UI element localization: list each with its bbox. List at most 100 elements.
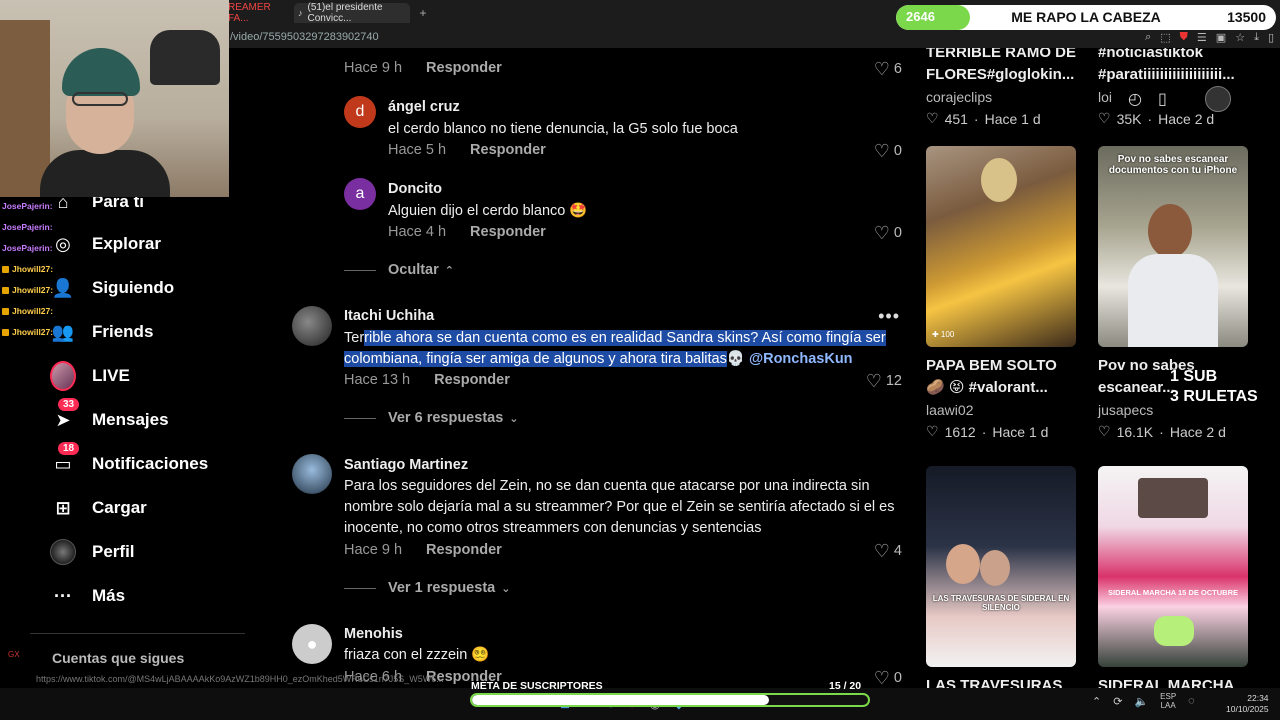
device-icon[interactable]: ▯ (1158, 89, 1167, 109)
sidebar-item-cargar[interactable]: ⊞ Cargar (50, 494, 147, 522)
video-time: Hace 1 d (984, 110, 1041, 127)
sidebar-item-label: Friends (92, 322, 154, 341)
video-author[interactable]: laawi02 (926, 402, 1076, 418)
sidebar-item-perfil[interactable]: Perfil (50, 538, 135, 566)
default-avatar-icon: ● (306, 633, 318, 654)
video-thumbnail[interactable]: LAS TRAVESURAS DE SIDERAL EN SILENCIO (926, 466, 1076, 667)
like-count: 12 (885, 373, 902, 389)
sidebar-item-label: LIVE (92, 366, 130, 385)
comment-text: Alguien dijo el cerdo blanco 🤩 (388, 203, 588, 219)
like-count: 6 (893, 61, 902, 77)
sidebar-item-label: Explorar (92, 234, 161, 253)
heart-icon: ♡ (873, 141, 890, 161)
new-tab-button[interactable]: + (416, 3, 430, 23)
thumbnail-caption: SIDERAL MARCHA 15 DE OCTUBRE (1108, 588, 1239, 597)
reply-button[interactable]: Responder (470, 224, 546, 240)
comment-author[interactable]: Itachi Uchiha (344, 308, 434, 324)
channel-avatar-icon[interactable] (1204, 86, 1231, 112)
video-author[interactable]: corajeclips (926, 89, 1076, 105)
reply-button[interactable]: Responder (434, 372, 510, 388)
download-icon[interactable]: ⤓ (1254, 31, 1259, 44)
comment-text: friaza con el zzzein 😵‍💫 (344, 647, 490, 663)
chat-username: JosePajerin: (2, 201, 53, 211)
avatar[interactable]: a (344, 178, 376, 210)
sidebar-item-notificaciones[interactable]: ▭ 18 Notificaciones (50, 442, 208, 478)
video-card[interactable]: SIDERAL MARCHA 15 DE OCTUBRE SIDERAL MAR… (1098, 466, 1248, 688)
image-icon[interactable]: ▣ (1216, 31, 1226, 44)
like-button[interactable]: ♡ 12 (866, 372, 902, 390)
extension-icon[interactable]: ☰ (1197, 31, 1207, 44)
goal-target: 13500 (1227, 9, 1266, 25)
avatar-initial: d (355, 103, 365, 120)
avatar[interactable]: d (344, 96, 376, 128)
avatar[interactable]: ● (292, 624, 332, 664)
chat-line: Jhowill27: (2, 259, 82, 280)
video-stats: ♡ 451 · Hace 1 d (926, 110, 1041, 127)
like-button[interactable]: ♡ 0 (874, 669, 902, 687)
video-thumbnail[interactable]: SIDERAL MARCHA 15 DE OCTUBRE (1098, 466, 1248, 667)
video-thumbnail[interactable]: ✚ 100 (926, 146, 1076, 347)
avatar-initial: a (355, 185, 365, 202)
view-replies-button[interactable]: Ver 6 respuestas ⌄ (344, 410, 519, 426)
video-stats: ♡ 16.1K · Hace 2 d (1098, 423, 1226, 440)
reply-button[interactable]: Responder (426, 542, 502, 558)
video-card[interactable]: ✚ 100 PAPA BEM SOLTO 🥔 😝 #valorant... la… (926, 146, 1076, 440)
reply-button[interactable]: Responder (426, 60, 502, 76)
comment-time: Hace 5 h (388, 142, 447, 158)
video-card[interactable]: TERRIBLE RAMO DE FLORES#gloglokin... cor… (926, 48, 1076, 127)
video-thumbnail[interactable]: Pov no sabes escanear documentos con tu … (1098, 146, 1248, 347)
chevron-up-icon[interactable]: ⌃ (1092, 695, 1101, 708)
chat-line: Jhowill27: (2, 322, 82, 343)
reply-button[interactable]: Responder (470, 142, 546, 158)
floating-video-tools: ◴ ▯ (1120, 84, 1255, 114)
sidebar-item-live[interactable]: LIVE (50, 361, 130, 391)
speed-icon[interactable]: ◴ (1128, 89, 1142, 109)
video-likes: 1612 (944, 423, 976, 440)
zoom-icon[interactable]: ⌕ (1145, 31, 1151, 44)
like-button[interactable]: ♡ 0 (874, 224, 902, 242)
browser-tab-streamer[interactable]: REAMER FA... (228, 2, 284, 24)
comment-author[interactable]: ángel cruz (388, 99, 460, 115)
more-options-icon[interactable]: ••• (878, 306, 900, 327)
address-bar[interactable]: /video/7559503297283902740 (230, 31, 379, 43)
shield-icon[interactable]: ⛊ (1180, 31, 1188, 44)
system-clock[interactable]: 22:34 10/10/2025 (1226, 693, 1269, 715)
chevron-down-icon: ⌄ (509, 412, 519, 425)
video-card[interactable]: LAS TRAVESURAS DE SIDERAL EN SILENCIO LA… (926, 466, 1076, 688)
live-icon (50, 361, 76, 391)
heart-icon: ♡ (873, 223, 890, 243)
comment-author[interactable]: Menohis (344, 626, 403, 642)
screenshot-icon[interactable]: ⬚ (1160, 31, 1170, 44)
sidebar-item-mensajes[interactable]: ➤ 33 Mensajes (50, 398, 169, 434)
chevron-up-icon: ⌃ (444, 264, 454, 277)
avatar[interactable] (292, 454, 332, 494)
comment-text: el cerdo blanco no tiene denuncia, la G5… (388, 121, 738, 137)
goal-title: ME RAPO LA CABEZA (1011, 9, 1161, 25)
bookmark-icon[interactable]: ☆ (1235, 31, 1245, 44)
comment-text-line: nombre solo dejaría mal a su streammer? … (344, 499, 895, 515)
hide-replies-button[interactable]: Ocultar ⌃ (344, 262, 454, 278)
like-button[interactable]: ♡ 6 (874, 60, 902, 78)
comment-author[interactable]: Santiago Martinez (344, 457, 468, 473)
sidebar-item-mas[interactable]: ··· Más (50, 582, 125, 610)
chat-username: Jhowill27: (12, 306, 54, 316)
network-icon[interactable]: ◌ (1188, 695, 1195, 707)
comment-author[interactable]: Doncito (388, 181, 442, 197)
sidebar-divider (30, 633, 245, 634)
volume-icon[interactable]: 🔈 (1134, 695, 1148, 708)
sidebar-toggle-icon[interactable]: ▯ (1268, 31, 1274, 44)
app-tray-icon[interactable]: ⟳ (1113, 695, 1122, 708)
lang-line: ESP (1160, 692, 1177, 701)
language-indicator[interactable]: ESP LAA (1160, 692, 1176, 710)
donation-goal-bar: 2646 ME RAPO LA CABEZA 13500 (896, 5, 1276, 30)
video-title: SIDERAL MARCHA (1098, 677, 1235, 688)
like-button[interactable]: ♡ 4 (874, 542, 902, 560)
mention-link[interactable]: @RonchasKun (749, 351, 853, 367)
view-replies-button[interactable]: Ver 1 respuesta ⌄ (344, 580, 510, 596)
browser-tab-tiktok[interactable]: ♪ (51)el presidente Convicc... (294, 2, 410, 24)
heart-icon: ♡ (873, 541, 890, 561)
avatar[interactable] (292, 306, 332, 346)
sidebar-item-label: Cargar (92, 498, 147, 517)
like-button[interactable]: ♡ 0 (874, 142, 902, 160)
view-replies-label: Ver 6 respuestas (388, 410, 504, 426)
